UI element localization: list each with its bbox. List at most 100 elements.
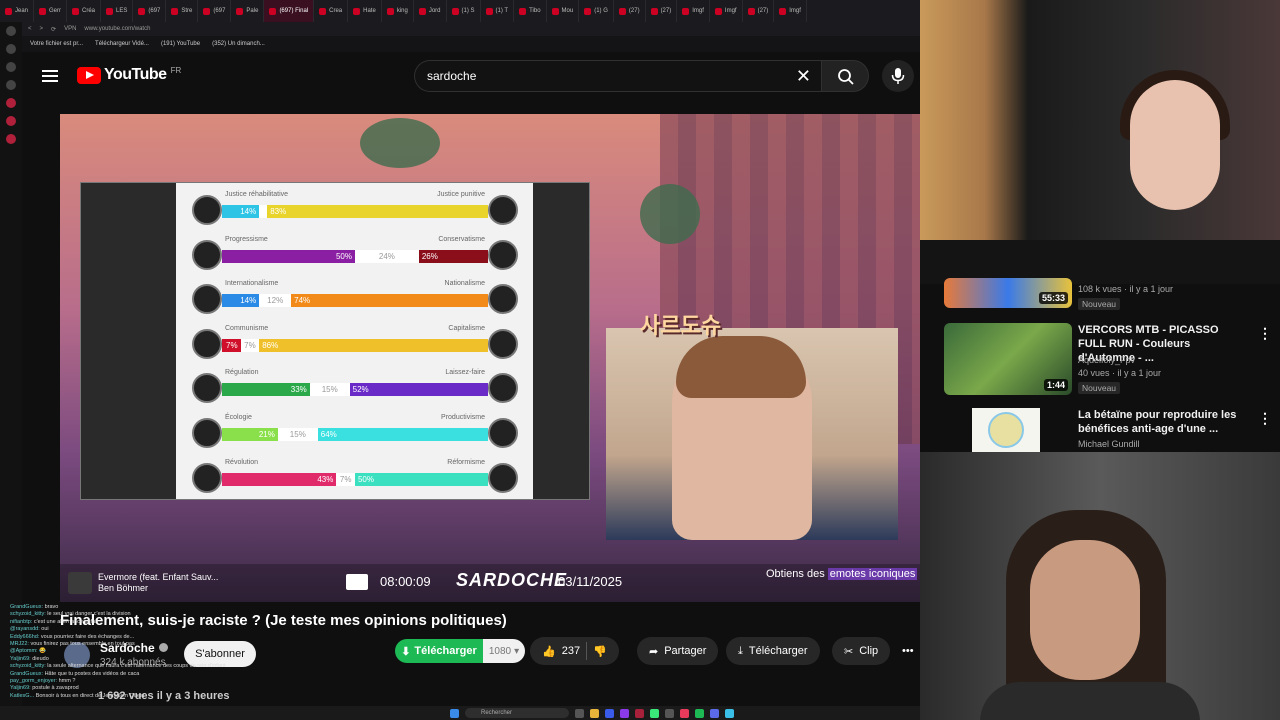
hamburger-menu-icon[interactable] bbox=[42, 70, 58, 82]
bookmark-item[interactable]: (191) YouTube bbox=[161, 41, 200, 47]
settings-icon[interactable] bbox=[6, 26, 16, 36]
browser-tab[interactable]: Tibo bbox=[514, 0, 547, 22]
clip-button[interactable]: ✂ Clip bbox=[832, 637, 891, 665]
video-title[interactable]: La bétaïne pour reproduire les bénéfices… bbox=[1078, 408, 1248, 436]
bar-segment-right: 50% bbox=[354, 472, 488, 486]
recommended-video[interactable]: La bétaïne pour reproduire les bénéfices… bbox=[944, 408, 1274, 452]
browser-tab[interactable]: Crea bbox=[314, 0, 349, 22]
browser-tab[interactable]: Imgf bbox=[710, 0, 743, 22]
url-text[interactable]: www.youtube.com/watch bbox=[84, 26, 150, 32]
taskbar-app-icon[interactable] bbox=[665, 708, 674, 718]
stream-chat-overlay: GrandGueux: bravo schyzoid_kitty: le seul… bbox=[10, 604, 270, 700]
clock-icon[interactable] bbox=[6, 134, 16, 144]
background-plant bbox=[360, 118, 440, 168]
tab-label: (27) bbox=[628, 8, 640, 14]
video-thumbnail[interactable] bbox=[972, 408, 1040, 452]
browser-tab[interactable]: (27) bbox=[743, 0, 775, 22]
tab-label: Jord bbox=[428, 8, 441, 14]
youtube-logo[interactable]: YouTube FR bbox=[77, 66, 181, 84]
voice-search-button[interactable] bbox=[882, 60, 914, 92]
like-count[interactable]: 237 bbox=[562, 645, 580, 657]
chat-username: schyzoid_kitty: bbox=[10, 663, 46, 670]
browser-tab[interactable]: LES bbox=[101, 0, 134, 22]
youtube-play-icon bbox=[77, 66, 101, 84]
browser-tab[interactable]: (27) bbox=[614, 0, 646, 22]
browser-tab[interactable]: (697 bbox=[198, 0, 232, 22]
chat-text: vous pourriez faire des échanges de... bbox=[40, 633, 135, 640]
taskbar-app-icon[interactable] bbox=[725, 708, 734, 718]
browser-tab[interactable]: Mou bbox=[547, 0, 580, 22]
share-button[interactable]: ➦ Partager bbox=[637, 637, 719, 665]
taskbar-app-icon[interactable] bbox=[605, 708, 614, 718]
browser-tab[interactable]: (1) G bbox=[579, 0, 614, 22]
browser-tab[interactable]: Jean bbox=[0, 0, 35, 22]
browser-tab[interactable]: Pale bbox=[231, 0, 265, 22]
channel-name[interactable]: Aquelfoly_Fpv bbox=[1078, 355, 1135, 365]
korea-flag-icon bbox=[346, 574, 368, 590]
quality-select[interactable]: 1080 ▾ bbox=[483, 639, 525, 663]
taskbar-app-icon[interactable] bbox=[695, 708, 704, 718]
download-button[interactable]: ⤓ Télécharger bbox=[726, 637, 820, 665]
reload-icon[interactable]: ⟳ bbox=[51, 26, 56, 33]
taskbar-app-icon[interactable] bbox=[620, 708, 629, 718]
browser-tab[interactable]: Jord bbox=[414, 0, 447, 22]
taskbar-app-icon[interactable] bbox=[635, 708, 644, 718]
clear-search-icon[interactable]: ✕ bbox=[796, 67, 811, 85]
political-axis-row: Écologie Productivisme 21% 15% 64% bbox=[176, 410, 533, 454]
bookmark-item[interactable]: Téléchargeur Vidé... bbox=[95, 41, 149, 47]
more-vert-icon[interactable]: ⋮ bbox=[1258, 325, 1272, 342]
browser-tab[interactable]: Stre bbox=[166, 0, 199, 22]
taskbar-app-icon[interactable] bbox=[590, 708, 599, 718]
bookmark-item[interactable]: Votre fichier est pr... bbox=[30, 41, 83, 47]
forward-icon[interactable]: > bbox=[40, 26, 44, 32]
political-axis-row: Régulation Laissez-faire 33% 15% 52% bbox=[176, 365, 533, 409]
browser-tab[interactable]: king bbox=[382, 0, 414, 22]
taskbar-app-icon[interactable] bbox=[650, 708, 659, 718]
tab-label: (1) G bbox=[594, 8, 608, 14]
browser-tab[interactable]: (697) Final bbox=[264, 0, 315, 22]
axis-left-icon bbox=[192, 462, 222, 493]
video-thumbnail[interactable]: 1:44 bbox=[944, 323, 1072, 395]
browser-tab[interactable]: (697 bbox=[133, 0, 167, 22]
video-thumbnail[interactable]: 55:33 bbox=[944, 278, 1072, 308]
video-meta: 108 k vues · il y a 1 jour bbox=[1078, 284, 1174, 294]
browser-tab[interactable]: Imgf bbox=[677, 0, 710, 22]
search-input[interactable]: sardoche ✕ bbox=[414, 60, 821, 92]
channel-name[interactable]: Michael Gundill bbox=[1078, 439, 1140, 449]
download-icon[interactable] bbox=[6, 116, 16, 126]
tab-favicon-icon bbox=[682, 7, 690, 15]
tiktok-icon[interactable] bbox=[6, 62, 16, 72]
taskbar-app-icon[interactable] bbox=[680, 708, 689, 718]
browser-tab[interactable]: (1) S bbox=[447, 0, 481, 22]
video-player[interactable]: Justice réhabilitative Justice punitive 14… bbox=[60, 114, 920, 602]
recommended-video[interactable]: 1:44 VERCORS MTB - PICASSO FULL RUN - Co… bbox=[944, 323, 1274, 403]
browser-tab[interactable]: Gerr bbox=[34, 0, 68, 22]
taskbar-search[interactable]: Rechercher bbox=[465, 708, 569, 718]
back-icon[interactable]: < bbox=[28, 26, 32, 32]
taskbar-app-icon[interactable] bbox=[710, 708, 719, 718]
microphone-icon bbox=[891, 68, 905, 84]
windows-start-icon[interactable] bbox=[450, 708, 459, 718]
vpn-badge[interactable]: VPN bbox=[64, 26, 76, 32]
taskbar-app-icon[interactable] bbox=[575, 708, 584, 718]
search-button[interactable] bbox=[821, 60, 869, 92]
more-vert-icon[interactable]: ⋮ bbox=[1258, 410, 1272, 427]
emotes-promo: Obtiens des emotes iconiques bbox=[766, 568, 918, 580]
bookmark-item[interactable]: (352) Un dimanch... bbox=[212, 41, 265, 47]
address-bar[interactable]: < > ⟳ VPN www.youtube.com/watch bbox=[22, 22, 920, 36]
chat-username: KatlesG... bbox=[10, 692, 35, 699]
more-actions-button[interactable]: ••• bbox=[896, 637, 920, 665]
browser-tab[interactable]: Créa bbox=[67, 0, 102, 22]
history-icon[interactable] bbox=[6, 98, 16, 108]
browser-tab[interactable]: Hate bbox=[348, 0, 382, 22]
chat-text: c'est une alternance enfait bbox=[33, 618, 98, 625]
download-extension-button[interactable]: ⬇ Télécharger bbox=[395, 639, 483, 663]
tab-label: Imgf bbox=[789, 8, 801, 14]
browser-tab[interactable]: (1) T bbox=[481, 0, 515, 22]
messenger-icon[interactable] bbox=[6, 44, 16, 54]
thumbs-up-icon[interactable]: 👍 bbox=[542, 645, 556, 658]
x-icon[interactable] bbox=[6, 80, 16, 90]
browser-tab[interactable]: (27) bbox=[646, 0, 678, 22]
thumbs-down-icon[interactable]: 👎 bbox=[593, 645, 607, 658]
browser-tab[interactable]: Imgf bbox=[774, 0, 807, 22]
